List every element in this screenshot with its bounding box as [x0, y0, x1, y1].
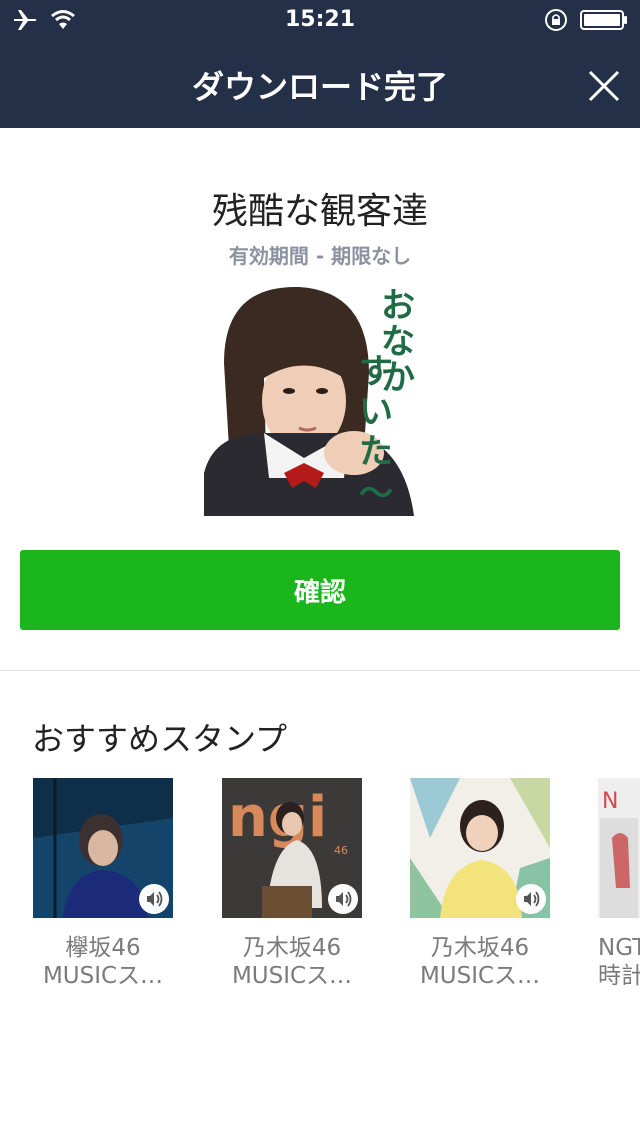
recommended-thumbnail[interactable] [33, 778, 173, 918]
header-bar: 15:21 ダウンロード完了 [0, 0, 640, 128]
svg-text:〜: 〜 [359, 474, 393, 514]
recommended-item-line2: MUSICス… [42, 963, 164, 989]
recommended-title: おすすめスタンプ [32, 720, 288, 758]
svg-text:す: す [359, 352, 393, 392]
recommended-item-name: 乃木坂46 MUSICス… [222, 934, 362, 990]
section-divider [0, 670, 640, 671]
confirm-button[interactable]: 確認 [20, 550, 620, 630]
validity-text: 有効期間 - 期限なし [228, 244, 412, 268]
svg-text:お: お [381, 286, 415, 326]
recommended-item-line2: MUSICス… [231, 963, 353, 989]
status-bar: 15:21 [0, 0, 640, 40]
page-title: ダウンロード完了 [191, 68, 448, 106]
sticker-title: 残酷な観客達 [211, 191, 428, 232]
recommended-item-line1: NGT [598, 935, 640, 961]
sound-icon [516, 884, 546, 914]
recommended-item-line2: 時計 [598, 963, 640, 989]
rotation-lock-icon [545, 9, 567, 31]
recommended-item[interactable]: 欅坂46 MUSICス… [33, 778, 173, 990]
svg-text:た: た [359, 432, 393, 472]
recommended-item-line2: MUSICス… [419, 963, 541, 989]
svg-text:い: い [359, 392, 393, 432]
recommended-thumbnail[interactable] [410, 778, 550, 918]
svg-text:N: N [602, 789, 618, 814]
recommended-thumbnail[interactable]: ngi 46 [222, 778, 362, 918]
sound-icon [139, 884, 169, 914]
recommended-item-name: NGT 時計 [598, 934, 640, 990]
recommended-thumbnail[interactable]: N [598, 778, 640, 918]
svg-text:46: 46 [334, 844, 348, 857]
recommended-item[interactable]: ngi 46 乃木坂46 MUSICス… [222, 778, 362, 990]
recommended-item-line1: 欅坂46 [65, 935, 141, 961]
recommended-item[interactable]: 乃木坂46 MUSICス… [410, 778, 550, 990]
sticker-preview-image: お な か す い た 〜 [204, 283, 436, 516]
sound-icon [328, 884, 358, 914]
recommended-item[interactable]: N NGT 時計 [598, 778, 640, 990]
recommended-item-line1: 乃木坂46 [242, 935, 342, 961]
close-icon[interactable] [582, 64, 626, 108]
recommended-item-name: 乃木坂46 MUSICス… [410, 934, 550, 990]
recommended-item-name: 欅坂46 MUSICス… [33, 934, 173, 990]
battery-icon [580, 10, 627, 30]
recommended-item-line1: 乃木坂46 [430, 935, 530, 961]
